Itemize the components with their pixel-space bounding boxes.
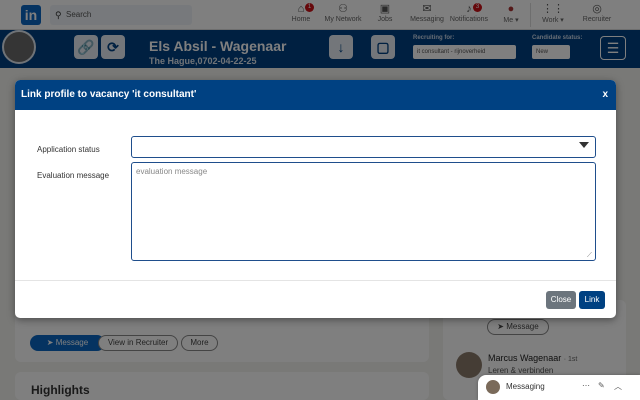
close-icon[interactable]: x [602,89,608,100]
messaging-bar[interactable]: Messaging ⋯ ✎ ︿ [478,375,640,400]
modal-footer-divider [15,280,616,281]
compose-icon[interactable]: ✎ [598,381,605,390]
resize-handle-icon[interactable]: ⟋ [587,252,592,260]
chevron-down-icon [579,142,589,148]
evaluation-message-field[interactable] [131,162,596,261]
messaging-label: Messaging [506,382,545,391]
application-status-select[interactable] [131,136,596,158]
chevron-up-icon[interactable]: ︿ [614,381,622,392]
link-button[interactable]: Link [579,291,605,309]
messaging-avatar [486,380,500,394]
more-icon[interactable]: ⋯ [582,381,590,390]
evaluation-message-label: Evaluation message [37,171,110,180]
modal-title: Link profile to vacancy 'it consultant' [21,89,197,100]
application-status-label: Application status [37,145,100,154]
link-profile-modal: Link profile to vacancy 'it consultant' … [15,80,616,318]
modal-header: Link profile to vacancy 'it consultant' … [15,80,616,110]
close-button[interactable]: Close [546,291,576,309]
